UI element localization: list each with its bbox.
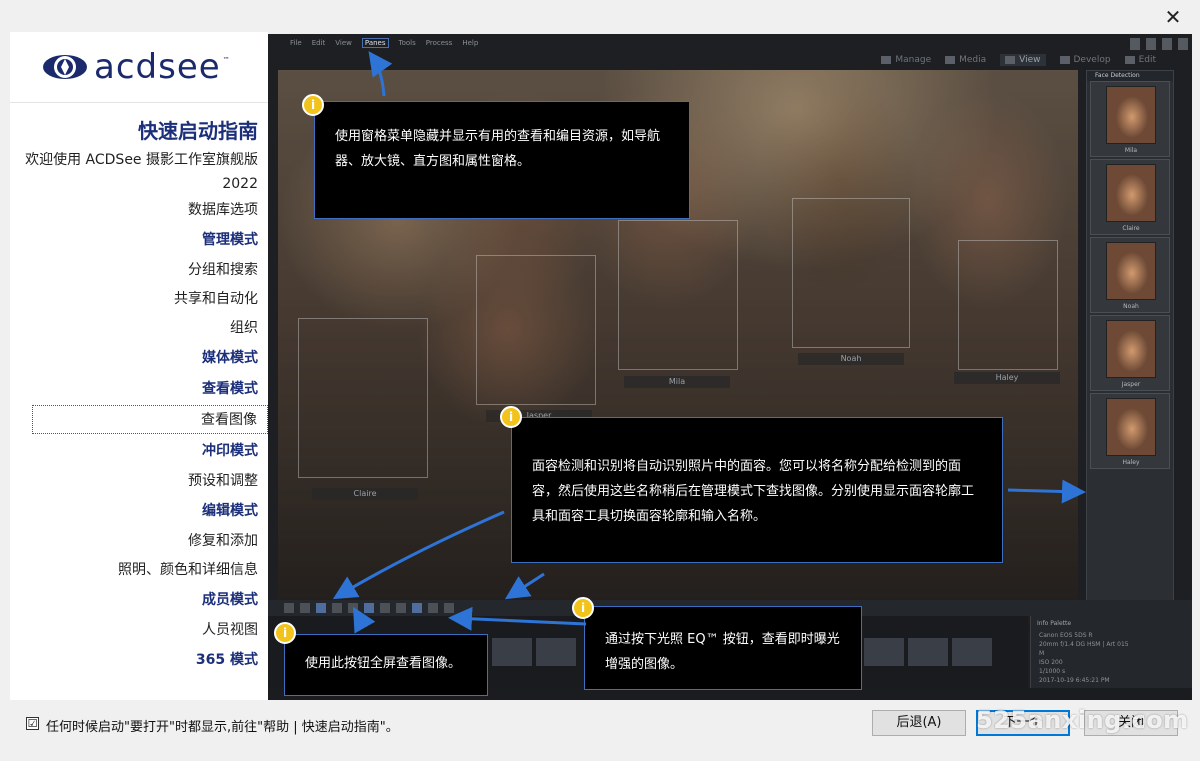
back-button[interactable]: 后退(A) bbox=[872, 710, 966, 736]
nav-item-view-image-wrap: 查看图像 bbox=[10, 405, 268, 436]
callout-arrows bbox=[332, 51, 1086, 634]
nav-head-develop[interactable]: 冲印模式 bbox=[10, 436, 258, 467]
nav-welcome[interactable]: 欢迎使用 ACDSee 摄影工作室旗舰版 2022 bbox=[2, 148, 258, 196]
show-on-start-checkbox[interactable]: ☑ bbox=[26, 717, 39, 730]
logo-tm: ™ bbox=[222, 56, 230, 64]
nav-item-repair-add[interactable]: 修复和添加 bbox=[10, 527, 258, 556]
guide-nav: 快速启动指南 欢迎使用 ACDSee 摄影工作室旗舰版 2022 数据库选项 管… bbox=[10, 114, 268, 676]
divider bbox=[10, 102, 268, 103]
dialog-footer: ☑ 任何时候启动"要打开"时都显示,前往"帮助 | 快速启动指南"。 后退(A)… bbox=[0, 700, 1200, 761]
nav-item-view-image[interactable]: 查看图像 bbox=[32, 405, 268, 434]
show-on-start-label: 任何时候启动"要打开"时都显示,前往"帮助 | 快速启动指南"。 bbox=[46, 720, 399, 735]
nav-head-view[interactable]: 查看模式 bbox=[10, 374, 258, 405]
nav-head-edit[interactable]: 编辑模式 bbox=[10, 496, 258, 527]
nav-head-manage[interactable]: 管理模式 bbox=[10, 225, 258, 256]
nav-head-members[interactable]: 成员模式 bbox=[10, 585, 258, 616]
logo-text: acdsee bbox=[94, 47, 221, 87]
nav-item-db-options[interactable]: 数据库选项 bbox=[10, 196, 258, 225]
acdsee-logo: acdsee ™ bbox=[42, 42, 230, 92]
left-nav-panel: acdsee ™ 快速启动指南 欢迎使用 ACDSee 摄影工作室旗舰版 202… bbox=[10, 32, 268, 700]
nav-item-people-view[interactable]: 人员视图 bbox=[10, 616, 258, 645]
watermark: 525anxing.com bbox=[976, 706, 1189, 734]
nav-item-light-color[interactable]: 照明、颜色和详细信息 bbox=[10, 556, 258, 585]
close-icon[interactable]: ✕ bbox=[1162, 6, 1184, 28]
quick-start-dialog: ✕ acdsee ™ 快速启动指南 欢迎使用 ACDSee 摄影工作室旗舰版 2… bbox=[0, 0, 1200, 761]
nav-title: 快速启动指南 bbox=[138, 119, 258, 143]
nav-item-organize[interactable]: 组织 bbox=[10, 314, 258, 343]
nav-head-media[interactable]: 媒体模式 bbox=[10, 343, 258, 374]
nav-item-share-automate[interactable]: 共享和自动化 bbox=[10, 285, 258, 314]
app-screenshot: File Edit View Panes Tools Process Help … bbox=[268, 34, 1192, 700]
nav-item-group-search[interactable]: 分组和搜索 bbox=[10, 256, 258, 285]
acdsee-logo-icon bbox=[43, 55, 87, 79]
nav-item-presets[interactable]: 预设和调整 bbox=[10, 467, 258, 496]
nav-head-365[interactable]: 365 模式 bbox=[10, 645, 258, 676]
